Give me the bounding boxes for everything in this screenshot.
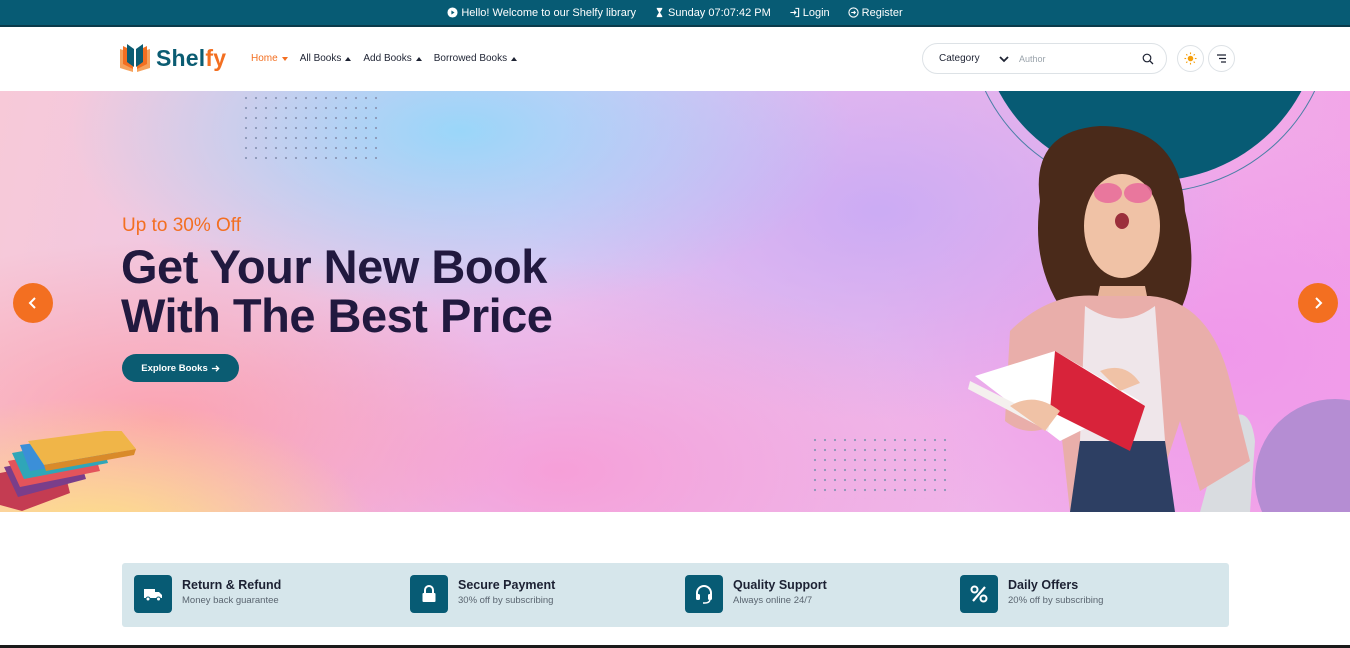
books-stack-image (0, 431, 136, 511)
menu-toggle-button[interactable] (1208, 45, 1235, 72)
welcome-text: Hello! Welcome to our Shelfy library (461, 6, 636, 19)
feature-daily-offers: Daily Offers 20% off by subscribing (960, 575, 1103, 613)
lock-icon (410, 575, 448, 613)
carousel-prev-button[interactable] (13, 283, 53, 323)
author-search-input[interactable] (1019, 53, 1139, 64)
woman-reading-image (968, 126, 1255, 512)
register-icon (848, 7, 859, 18)
menu-item-all-books[interactable]: All Books (300, 53, 352, 64)
menu-item-label: Borrowed Books (433, 53, 508, 64)
carousel-next-button[interactable] (1298, 283, 1338, 323)
feature-desc: 20% off by subscribing (1008, 595, 1104, 606)
feature-desc: 30% off by subscribing (458, 595, 554, 606)
percent-icon (960, 575, 998, 613)
caret-down-icon (281, 56, 288, 61)
hero-title-line1: Get Your New Book (121, 240, 547, 293)
main-navbar: Shelfy Home All Books Add Books Borrowed… (0, 27, 1350, 91)
explore-books-button[interactable]: Explore Books (122, 354, 239, 382)
menu-lines-icon (1217, 54, 1226, 63)
menu-item-home[interactable]: Home (251, 53, 288, 64)
features-bar: Return & Refund Money back guarantee Sec… (122, 563, 1229, 627)
chevron-left-icon (28, 297, 36, 309)
datetime: Sunday 07:07:42 PM (654, 7, 771, 19)
category-select[interactable]: Category (939, 53, 997, 64)
theme-toggle-button[interactable] (1177, 45, 1204, 72)
headset-icon (685, 575, 723, 613)
datetime-text: Sunday 07:07:42 PM (668, 6, 771, 19)
register-link[interactable]: Register (848, 7, 903, 19)
menu-item-label: Add Books (363, 53, 412, 64)
feature-desc: Always online 24/7 (733, 595, 813, 606)
caret-up-icon (345, 56, 352, 61)
hourglass-icon (656, 7, 663, 18)
search-bar: Category (922, 43, 1167, 74)
dot-pattern-bottom (812, 437, 954, 499)
welcome-message: Hello! Welcome to our Shelfy library (447, 7, 636, 19)
explore-books-label: Explore Books (141, 362, 208, 374)
feature-title: Quality Support (733, 578, 827, 592)
truck-icon (134, 575, 172, 613)
login-label: Login (802, 6, 830, 19)
feature-title: Daily Offers (1008, 578, 1079, 592)
search-icon[interactable] (1142, 53, 1154, 65)
chevron-down-icon[interactable] (997, 52, 1011, 66)
logo-text: Shelfy (156, 44, 227, 71)
feature-title: Return & Refund (182, 578, 282, 592)
login-icon (790, 7, 799, 18)
menu-item-borrowed-books[interactable]: Borrowed Books (433, 53, 518, 64)
hero-title: Get Your New Book With The Best Price (121, 242, 641, 340)
hero-title-line2: With The Best Price (121, 289, 553, 342)
hero-banner: Up to 30% Off Get Your New Book With The… (0, 91, 1350, 512)
feature-return-refund: Return & Refund Money back guarantee (134, 575, 281, 613)
hero-subtitle: Up to 30% Off (122, 215, 241, 236)
chevron-right-icon (1315, 297, 1323, 309)
shelfy-logo[interactable]: Shelfy (118, 43, 226, 73)
feature-title: Secure Payment (458, 578, 556, 592)
menu-item-add-books[interactable]: Add Books (363, 53, 422, 64)
menu-item-label: All Books (299, 53, 342, 64)
feature-quality-support: Quality Support Always online 24/7 (685, 575, 827, 613)
feature-secure-payment: Secure Payment 30% off by subscribing (410, 575, 555, 613)
caret-up-icon (415, 56, 422, 61)
main-menu: Home All Books Add Books Borrowed Books (251, 53, 518, 64)
book-logo-icon (120, 44, 150, 72)
arrow-right-icon (211, 364, 220, 372)
play-circle-icon (447, 7, 458, 18)
sun-icon (1184, 52, 1197, 65)
caret-up-icon (511, 56, 518, 61)
dot-pattern-top (243, 95, 385, 159)
menu-item-label: Home (251, 53, 278, 64)
login-link[interactable]: Login (789, 7, 830, 19)
top-info-bar: Hello! Welcome to our Shelfy library Sun… (0, 0, 1350, 27)
feature-desc: Money back guarantee (182, 595, 279, 606)
register-label: Register (861, 6, 903, 19)
